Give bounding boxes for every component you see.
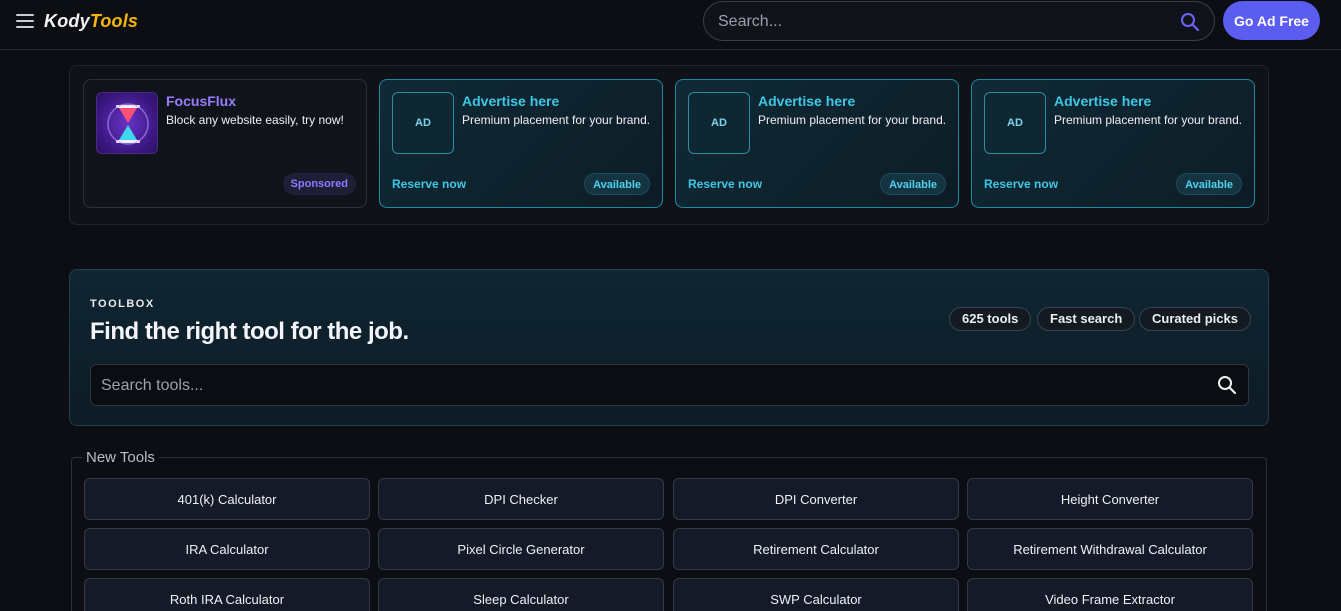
ad-placeholder-thumb: AD <box>984 92 1046 154</box>
sponsored-ad-description: Block any website easily, try now! <box>166 113 344 127</box>
ad-placeholder-thumb: AD <box>392 92 454 154</box>
sponsored-ad-card[interactable]: FocusFlux Block any website easily, try … <box>83 79 367 208</box>
available-badge: Available <box>880 173 946 195</box>
new-tools-legend: New Tools <box>82 449 159 466</box>
toolbox-search-box <box>90 364 1249 406</box>
top-bar: KodyTools Go Ad Free <box>0 0 1341 50</box>
top-search-box <box>703 1 1215 41</box>
ad-slot-title: Advertise here <box>758 93 856 109</box>
ad-slot-3[interactable]: AD Advertise here Premium placement for … <box>971 79 1255 208</box>
tool-button[interactable]: Video Frame Extractor <box>967 578 1253 611</box>
ad-slot-description: Premium placement for your brand. <box>462 113 651 127</box>
menu-icon[interactable] <box>16 14 34 28</box>
tool-button[interactable]: Height Converter <box>967 478 1253 520</box>
reserve-now-link[interactable]: Reserve now <box>392 177 466 191</box>
hourglass-icon <box>107 103 149 145</box>
curated-picks-pill: Curated picks <box>1139 307 1251 331</box>
logo-primary: Kody <box>44 11 90 31</box>
top-search-input[interactable] <box>718 11 1158 33</box>
ad-slot-2[interactable]: AD Advertise here Premium placement for … <box>675 79 959 208</box>
toolbox-panel: TOOLBOX Find the right tool for the job.… <box>69 269 1269 426</box>
tool-button[interactable]: Sleep Calculator <box>378 578 664 611</box>
ad-slot-description: Premium placement for your brand. <box>758 113 947 127</box>
reserve-now-link[interactable]: Reserve now <box>688 177 762 191</box>
ad-slot-title: Advertise here <box>462 93 560 109</box>
search-icon[interactable] <box>1180 12 1200 32</box>
tool-button[interactable]: 401(k) Calculator <box>84 478 370 520</box>
focusflux-logo <box>96 92 158 154</box>
tool-button[interactable]: DPI Checker <box>378 478 664 520</box>
go-ad-free-button[interactable]: Go Ad Free <box>1223 1 1320 40</box>
tool-button[interactable]: IRA Calculator <box>84 528 370 570</box>
toolbox-search-input[interactable] <box>101 375 1201 397</box>
logo-accent: Tools <box>89 11 139 31</box>
tool-button[interactable]: SWP Calculator <box>673 578 959 611</box>
sponsored-badge: Sponsored <box>282 173 356 195</box>
tool-button[interactable]: DPI Converter <box>673 478 959 520</box>
new-tools-section: New Tools 401(k) Calculator DPI Checker … <box>71 449 1267 611</box>
ad-strip: FocusFlux Block any website easily, try … <box>69 65 1269 225</box>
available-badge: Available <box>1176 173 1242 195</box>
tool-count-pill: 625 tools <box>949 307 1032 331</box>
tool-button[interactable]: Retirement Withdrawal Calculator <box>967 528 1253 570</box>
search-icon[interactable] <box>1217 375 1237 395</box>
logo[interactable]: KodyTools <box>44 11 138 32</box>
fast-search-pill: Fast search <box>1037 307 1136 331</box>
available-badge: Available <box>584 173 650 195</box>
toolbox-eyebrow: TOOLBOX <box>90 298 155 310</box>
tool-button[interactable]: Roth IRA Calculator <box>84 578 370 611</box>
tool-button[interactable]: Retirement Calculator <box>673 528 959 570</box>
ad-slot-1[interactable]: AD Advertise here Premium placement for … <box>379 79 663 208</box>
ad-slot-description: Premium placement for your brand. <box>1054 113 1243 127</box>
ad-slot-title: Advertise here <box>1054 93 1152 109</box>
toolbox-title: Find the right tool for the job. <box>90 318 409 345</box>
sponsored-ad-title: FocusFlux <box>166 93 237 109</box>
ad-placeholder-thumb: AD <box>688 92 750 154</box>
reserve-now-link[interactable]: Reserve now <box>984 177 1058 191</box>
tool-button[interactable]: Pixel Circle Generator <box>378 528 664 570</box>
